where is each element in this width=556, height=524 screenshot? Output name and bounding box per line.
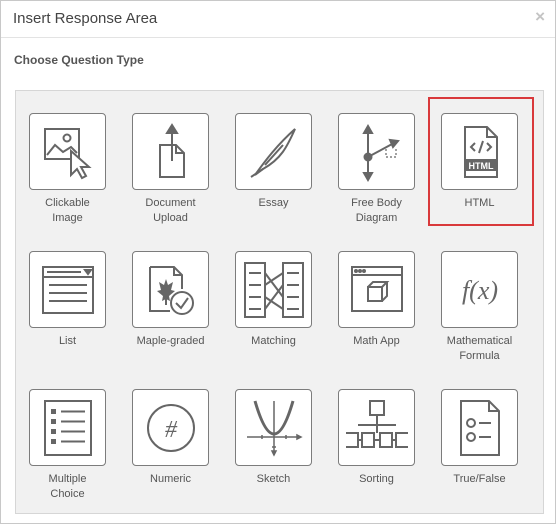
question-type-list[interactable]: List bbox=[29, 251, 106, 375]
list-dropdown-icon bbox=[29, 251, 106, 328]
question-type-numeric[interactable]: # Numeric bbox=[132, 389, 209, 513]
question-type-clickable-image[interactable]: Clickable Image bbox=[29, 113, 106, 237]
tile-label: Document Upload bbox=[145, 197, 196, 224]
hash-circle-icon: # bbox=[132, 389, 209, 466]
function-fx-icon: f(x) bbox=[441, 251, 518, 328]
multiple-choice-list-icon bbox=[29, 389, 106, 466]
tile-label: Numeric bbox=[150, 473, 191, 485]
tile-label: List bbox=[58, 335, 77, 347]
close-icon[interactable]: × bbox=[535, 7, 545, 27]
true-false-doc-icon bbox=[441, 389, 518, 466]
question-type-math-app[interactable]: Math App bbox=[338, 251, 415, 375]
clickable-image-icon bbox=[29, 113, 106, 190]
question-type-essay[interactable]: Essay bbox=[235, 113, 312, 237]
tile-label: Multiple Choice bbox=[48, 473, 87, 500]
question-type-maple-graded[interactable]: Maple-graded bbox=[132, 251, 209, 375]
tile-label: True/False bbox=[453, 473, 506, 485]
tile-label: Essay bbox=[258, 197, 289, 209]
html-badge: HTML bbox=[468, 161, 493, 171]
sorting-flow-icon bbox=[338, 389, 415, 466]
hash-glyph: # bbox=[165, 417, 178, 443]
tile-label: Mathematical Formula bbox=[446, 335, 513, 362]
feather-pen-icon bbox=[235, 113, 312, 190]
document-upload-icon bbox=[132, 113, 209, 190]
tile-label: Clickable Image bbox=[45, 197, 90, 224]
parabola-sketch-icon bbox=[235, 389, 312, 466]
question-type-free-body-diagram[interactable]: Free Body Diagram bbox=[338, 113, 415, 237]
choose-question-type-heading: Choose Question Type bbox=[14, 53, 144, 67]
free-body-diagram-icon bbox=[338, 113, 415, 190]
tile-label: Maple-graded bbox=[136, 335, 205, 347]
tile-label: Matching bbox=[251, 335, 296, 347]
question-type-html[interactable]: HTML HTML bbox=[428, 97, 534, 237]
question-type-grid: Clickable Image Document Upload Essay Fr… bbox=[29, 97, 534, 513]
tile-label: Sorting bbox=[359, 473, 394, 485]
question-type-sketch[interactable]: Sketch bbox=[235, 389, 312, 513]
question-type-document-upload[interactable]: Document Upload bbox=[132, 113, 209, 237]
matching-columns-icon bbox=[235, 251, 312, 328]
html-file-icon: HTML bbox=[441, 113, 518, 190]
dialog-title: Insert Response Area bbox=[13, 10, 158, 27]
tile-label: Sketch bbox=[256, 473, 291, 485]
insert-response-area-dialog: Insert Response Area × Choose Question T… bbox=[0, 0, 556, 524]
question-type-mathematical-formula[interactable]: f(x) Mathematical Formula bbox=[441, 251, 518, 375]
tile-label: HTML bbox=[464, 197, 495, 209]
tile-label: Math App bbox=[353, 335, 400, 347]
question-type-true-false[interactable]: True/False bbox=[441, 389, 518, 513]
question-type-matching[interactable]: Matching bbox=[235, 251, 312, 375]
question-type-panel: Clickable Image Document Upload Essay Fr… bbox=[15, 90, 544, 514]
question-type-multiple-choice[interactable]: Multiple Choice bbox=[29, 389, 106, 513]
question-type-sorting[interactable]: Sorting bbox=[338, 389, 415, 513]
fx-glyph: f(x) bbox=[461, 276, 497, 305]
maple-leaf-check-icon bbox=[132, 251, 209, 328]
tile-label: Free Body Diagram bbox=[351, 197, 402, 224]
math-app-window-icon bbox=[338, 251, 415, 328]
dialog-titlebar: Insert Response Area × bbox=[1, 1, 555, 38]
